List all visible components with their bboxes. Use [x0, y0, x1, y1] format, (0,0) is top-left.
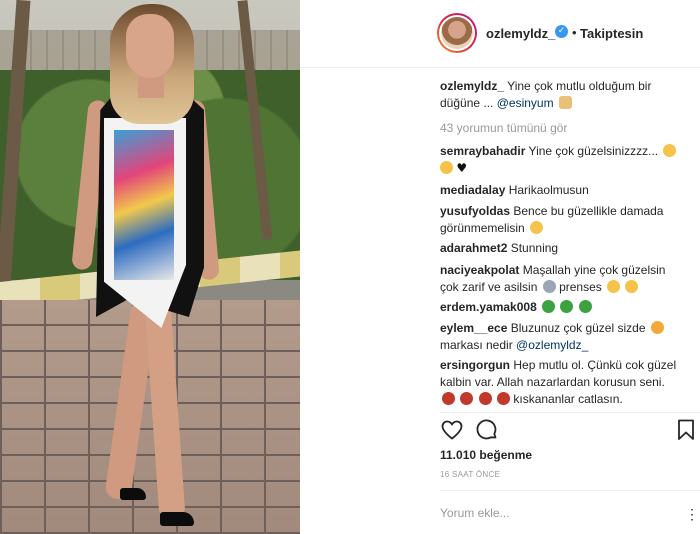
angry-emoji-icon: [497, 392, 511, 405]
comment-item: eylem__ece Bluzunuz çok güzel sizde mark…: [440, 320, 680, 354]
comment-text: Yine çok güzelsinizzzz...: [528, 144, 659, 158]
actions-divider: [440, 412, 700, 413]
post-sidebar: ozlemyldz_ ✓ • Takiptesin ozlemyldz_ Yin…: [300, 0, 700, 534]
angry-emoji-icon: [442, 392, 455, 405]
kiss-emoji-icon: [625, 280, 639, 293]
post-timestamp: 16 SAAT ÖNCE: [440, 470, 501, 479]
caption-emoji-icon: [558, 96, 572, 109]
angry-emoji-icon: [478, 392, 492, 405]
comment-username[interactable]: ersingorgun: [440, 358, 510, 372]
comment-item: mediadalay Harikaolmusun: [440, 182, 680, 199]
photo-shoe: [160, 512, 194, 526]
save-button[interactable]: [676, 418, 696, 442]
comment-item: semraybahadir Yine çok güzelsinizzzz... …: [440, 143, 680, 177]
heart-outline-icon: [441, 420, 463, 440]
view-all-comments-link[interactable]: 43 yorumun tümünü gör: [440, 121, 567, 135]
more-options-icon[interactable]: ⋮: [685, 506, 699, 523]
comment-item: naciyeakpolat Maşallah yine çok güzelsin…: [440, 262, 680, 296]
comment-text-continued: kıskananlar catlasın.: [513, 392, 623, 406]
bookmark-icon: [678, 419, 694, 440]
header-username[interactable]: ozlemyldz_: [486, 26, 555, 41]
comment-username[interactable]: eylem__ece: [440, 321, 507, 335]
avatar-image: [441, 17, 473, 49]
photo-person: [60, 0, 220, 534]
comment-username[interactable]: adarahmet2: [440, 241, 507, 255]
photo-face: [126, 14, 174, 78]
header-separator: •: [572, 25, 577, 40]
photo-leg: [144, 299, 186, 521]
add-comment-input[interactable]: Yorum ekle...: [440, 506, 510, 520]
clover-emoji-icon: [542, 300, 556, 313]
ok-hand-emoji-icon: [663, 144, 677, 157]
comment-bubble-icon: [476, 419, 497, 440]
comment-item: adarahmet2 Stunning: [440, 240, 680, 257]
caption-username[interactable]: ozlemyldz_: [440, 79, 504, 93]
post-photo[interactable]: [0, 0, 300, 534]
photo-dress-print: [114, 130, 174, 280]
comment-text-continued: markası nedir: [440, 338, 513, 352]
comment-text: Harikaolmusun: [508, 183, 589, 197]
comment-username[interactable]: semraybahadir: [440, 144, 525, 158]
comment-input-divider: [440, 490, 700, 491]
comment-item: ersingorgun Hep mutlu ol. Çünkü cok güze…: [440, 357, 680, 408]
angry-emoji-icon: [460, 392, 474, 405]
avatar-ring: [439, 15, 475, 51]
smile-emoji-icon: [530, 221, 544, 234]
comment-button[interactable]: [475, 418, 499, 442]
follow-status-button[interactable]: Takiptesin: [580, 26, 643, 41]
clover-emoji-icon: [578, 300, 592, 313]
comment-text: Stunning: [510, 241, 559, 255]
comment-username[interactable]: naciyeakpolat: [440, 263, 519, 277]
comment-username[interactable]: mediadalay: [440, 183, 505, 197]
comment-mention[interactable]: @ozlemyldz_: [516, 338, 588, 352]
photo-shoe: [120, 488, 146, 500]
comment-text-continued: prenses: [559, 280, 602, 294]
avatar[interactable]: [437, 13, 477, 53]
black-heart-emoji-icon: ♥: [456, 161, 468, 175]
heart-eyes-emoji-icon: [650, 321, 664, 334]
like-button[interactable]: [440, 418, 464, 442]
princess-emoji-icon: [542, 280, 556, 293]
caption-mention[interactable]: @esinyum: [497, 96, 554, 110]
thumbs-up-emoji-icon: [440, 161, 453, 174]
clover-emoji-icon: [560, 300, 574, 313]
comment-text: Bluzunuz çok güzel sizde: [510, 321, 646, 335]
kiss-emoji-icon: [607, 280, 621, 293]
comment-username[interactable]: erdem.yamak008: [440, 300, 537, 314]
likes-count[interactable]: 11.010 beğenme: [440, 448, 532, 462]
post-header: ozlemyldz_ ✓ • Takiptesin: [300, 0, 700, 68]
post-caption: ozlemyldz_ Yine çok mutlu olduğum bir dü…: [440, 78, 670, 112]
comment-item: yusufyoldas Bence bu güzellikle damada g…: [440, 203, 680, 237]
comment-item: erdem.yamak008: [440, 299, 680, 316]
comment-username[interactable]: yusufyoldas: [440, 204, 510, 218]
verified-badge-icon: ✓: [555, 25, 568, 38]
